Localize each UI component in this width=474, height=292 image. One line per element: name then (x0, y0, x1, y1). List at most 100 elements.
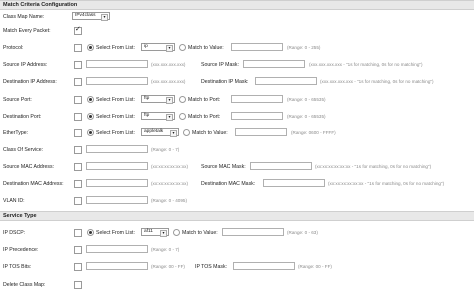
row-source-ip: Source IP Address: (xxx.xxx.xxx.xxx) Sou… (0, 60, 474, 71)
ip-tos-mask-input[interactable] (233, 262, 295, 270)
source-ip-label: Source IP Address: (3, 62, 48, 68)
protocol-select-value: ip (144, 44, 148, 49)
protocol-select[interactable]: ip ▾ (141, 43, 175, 52)
source-port-select-from-list-label: Select From List: (96, 97, 135, 103)
vlan-id-label: VLAN ID: (3, 198, 25, 204)
destination-port-select-from-list-radio[interactable] (87, 113, 94, 120)
source-ip-format-hint: (xxx.xxx.xxx.xxx) (151, 62, 186, 67)
destination-port-checkbox[interactable] (74, 113, 82, 121)
ip-dscp-range-hint: (Range: 0 - 63) (287, 230, 318, 235)
destination-ip-mask-input[interactable] (255, 77, 317, 85)
ip-precedence-label: IP Precedence: (3, 247, 39, 253)
ip-dscp-match-to-value-label: Match to Value: (182, 230, 218, 236)
match-every-packet-label: Match Every Packet: (3, 28, 51, 34)
ip-tos-bits-input[interactable] (86, 262, 148, 270)
destination-ip-format-hint: (xxx.xxx.xxx.xxx) (151, 79, 186, 84)
ip-dscp-checkbox[interactable] (74, 229, 82, 237)
protocol-value-input[interactable] (231, 43, 283, 51)
source-port-checkbox[interactable] (74, 96, 82, 104)
delete-class-map-label: Delete Class Map: (3, 282, 46, 288)
ethertype-select[interactable]: appletalk ▾ (141, 128, 179, 137)
ethertype-select-from-list-label: Select From List: (96, 130, 135, 136)
ethertype-checkbox[interactable] (74, 129, 82, 137)
destination-mac-input[interactable] (86, 179, 148, 187)
source-port-select[interactable]: ftp ▾ (141, 95, 175, 104)
destination-port-select-value: ftp (144, 113, 150, 118)
destination-ip-input[interactable] (86, 77, 148, 85)
vlan-id-range-hint: (Range: 0 - 4095) (151, 198, 188, 203)
destination-ip-checkbox[interactable] (74, 78, 82, 86)
source-mac-mask-input[interactable] (250, 162, 312, 170)
destination-port-match-to-port-radio[interactable] (179, 113, 186, 120)
destination-ip-mask-label: Destination IP Mask: (201, 79, 249, 85)
source-mac-input[interactable] (86, 162, 148, 170)
destination-port-select-from-list-label: Select From List: (96, 114, 135, 120)
protocol-match-to-value-radio[interactable] (179, 44, 186, 51)
row-vlan-id: VLAN ID: (Range: 0 - 4095) (0, 196, 474, 207)
source-ip-mask-input[interactable] (243, 60, 305, 68)
destination-ip-label: Destination IP Address: (3, 79, 57, 85)
ip-dscp-match-to-value-radio[interactable] (173, 229, 180, 236)
chevron-down-icon: ▾ (101, 14, 108, 21)
class-of-service-input[interactable] (86, 145, 148, 153)
ip-tos-mask-label: IP TOS Mask: (195, 264, 228, 270)
row-ip-dscp: IP DSCP: Select From List: af11 ▾ Match … (0, 228, 474, 239)
ip-dscp-label: IP DSCP: (3, 230, 26, 236)
ip-precedence-checkbox[interactable] (74, 246, 82, 254)
destination-mac-mask-input[interactable] (263, 179, 325, 187)
protocol-select-from-list-radio[interactable] (87, 44, 94, 51)
source-ip-checkbox[interactable] (74, 61, 82, 69)
protocol-checkbox[interactable] (74, 44, 82, 52)
row-protocol: Protocol: Select From List: ip ▾ Match t… (0, 43, 474, 54)
section-header-match-criteria: Match Criteria Configuration (0, 0, 474, 10)
class-map-name-select[interactable]: IPv4class ▾ (72, 12, 110, 21)
chevron-down-icon: ▾ (166, 97, 173, 104)
row-source-port: Source Port: Select From List: ftp ▾ Mat… (0, 95, 474, 106)
destination-port-value-input[interactable] (231, 112, 283, 120)
protocol-match-to-value-label: Match to Value: (188, 45, 224, 51)
row-source-mac: Source MAC Address: (xx:xx:xx:xx:xx:xx) … (0, 162, 474, 173)
destination-port-range-hint: (Range: 0 - 65535) (287, 114, 326, 119)
ip-dscp-select-from-list-label: Select From List: (96, 230, 135, 236)
ethertype-match-to-value-radio[interactable] (183, 129, 190, 136)
source-port-match-to-port-label: Match to Port: (188, 97, 221, 103)
ethertype-label: EtherType: (3, 130, 29, 136)
source-mac-checkbox[interactable] (74, 163, 82, 171)
row-ip-tos-bits: IP TOS Bits: (Range: 00 - FF) IP TOS Mas… (0, 262, 474, 273)
destination-mac-format-hint: (xx:xx:xx:xx:xx:xx) (151, 181, 189, 186)
destination-port-select[interactable]: ftp ▾ (141, 112, 175, 121)
section-header-service-type: Service Type (0, 211, 474, 221)
match-every-packet-checkbox[interactable] (74, 25, 82, 35)
ethertype-value-input[interactable] (235, 128, 287, 136)
source-port-select-value: ftp (144, 96, 150, 101)
chevron-down-icon: ▾ (166, 45, 173, 52)
protocol-select-from-list-label: Select From List: (96, 45, 135, 51)
ip-dscp-select-from-list-radio[interactable] (87, 229, 94, 236)
delete-class-map-checkbox[interactable] (74, 281, 82, 289)
source-port-select-from-list-radio[interactable] (87, 96, 94, 103)
source-mac-label: Source MAC Address: (3, 164, 55, 170)
source-port-value-input[interactable] (231, 95, 283, 103)
vlan-id-checkbox[interactable] (74, 197, 82, 205)
class-of-service-checkbox[interactable] (74, 146, 82, 154)
class-of-service-label: Class Of Service: (3, 147, 44, 153)
ip-dscp-value-input[interactable] (222, 228, 284, 236)
source-mac-mask-hint: (xx:xx:xx:xx:xx:xx - "1s for matching, 0… (315, 164, 432, 169)
ethertype-match-to-value-label: Match to Value: (192, 130, 228, 136)
section-title: Service Type (3, 213, 37, 219)
chevron-down-icon: ▾ (166, 114, 173, 121)
ip-tos-bits-label: IP TOS Bits: (3, 264, 32, 270)
source-ip-input[interactable] (86, 60, 148, 68)
ip-tos-bits-checkbox[interactable] (74, 263, 82, 271)
row-match-every-packet: Match Every Packet: (0, 25, 474, 37)
destination-mac-checkbox[interactable] (74, 180, 82, 188)
ethertype-range-hint: (Range: 0600 - FFFF) (291, 130, 336, 135)
destination-ip-mask-hint: (xxx.xxx.xxx.xxx - "1s for matching, 0s … (320, 79, 434, 84)
ip-dscp-select[interactable]: af11 ▾ (141, 228, 169, 237)
ethertype-select-from-list-radio[interactable] (87, 129, 94, 136)
protocol-range-hint: (Range: 0 - 255) (287, 45, 321, 50)
source-port-match-to-port-radio[interactable] (179, 96, 186, 103)
ip-precedence-input[interactable] (86, 245, 148, 253)
destination-port-label: Destination Port: (3, 114, 42, 120)
vlan-id-input[interactable] (86, 196, 148, 204)
